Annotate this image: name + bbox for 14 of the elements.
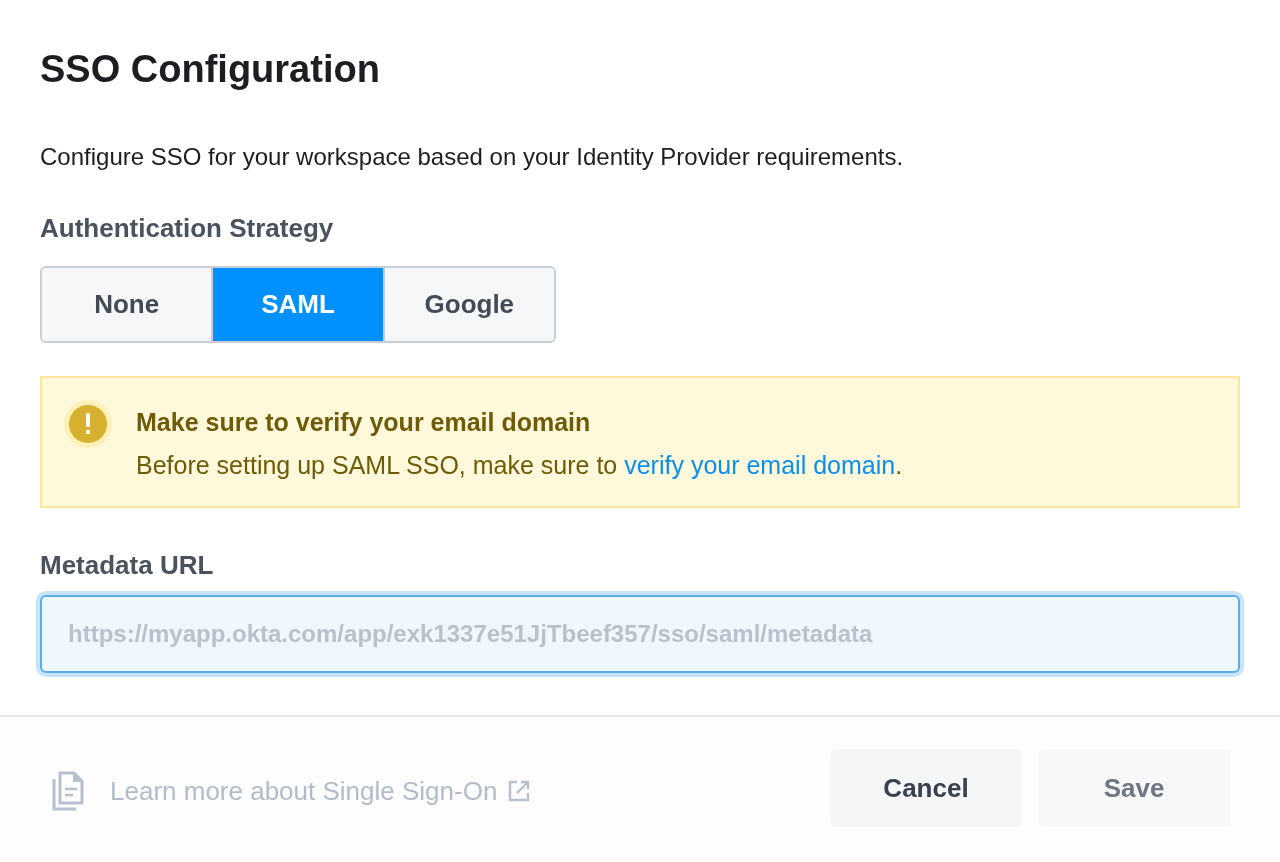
- warning-title: Make sure to verify your email domain: [136, 408, 592, 437]
- field-label: Authentication Strategy: [40, 213, 335, 244]
- strategy-option[interactable]: SAML: [213, 268, 385, 341]
- dialog-title: SSO Configuration: [40, 48, 381, 91]
- cancel-button[interactable]: Cancel: [830, 749, 1022, 827]
- external-link-icon: [507, 779, 532, 803]
- field-label: Metadata URL: [40, 550, 215, 581]
- strategy-option[interactable]: Google: [384, 268, 554, 341]
- document-icon: [52, 771, 84, 811]
- description-text: Configure SSO for your workspace based on your Identity Provider requirements.: [40, 143, 905, 171]
- warning-text: Before setting up SAML SSO, make sure to verify your email domain.: [136, 451, 903, 480]
- strategy-option[interactable]: None: [42, 268, 214, 341]
- warning-icon: [64, 400, 112, 448]
- verify-domain-link[interactable]: verify your email domain: [624, 451, 896, 479]
